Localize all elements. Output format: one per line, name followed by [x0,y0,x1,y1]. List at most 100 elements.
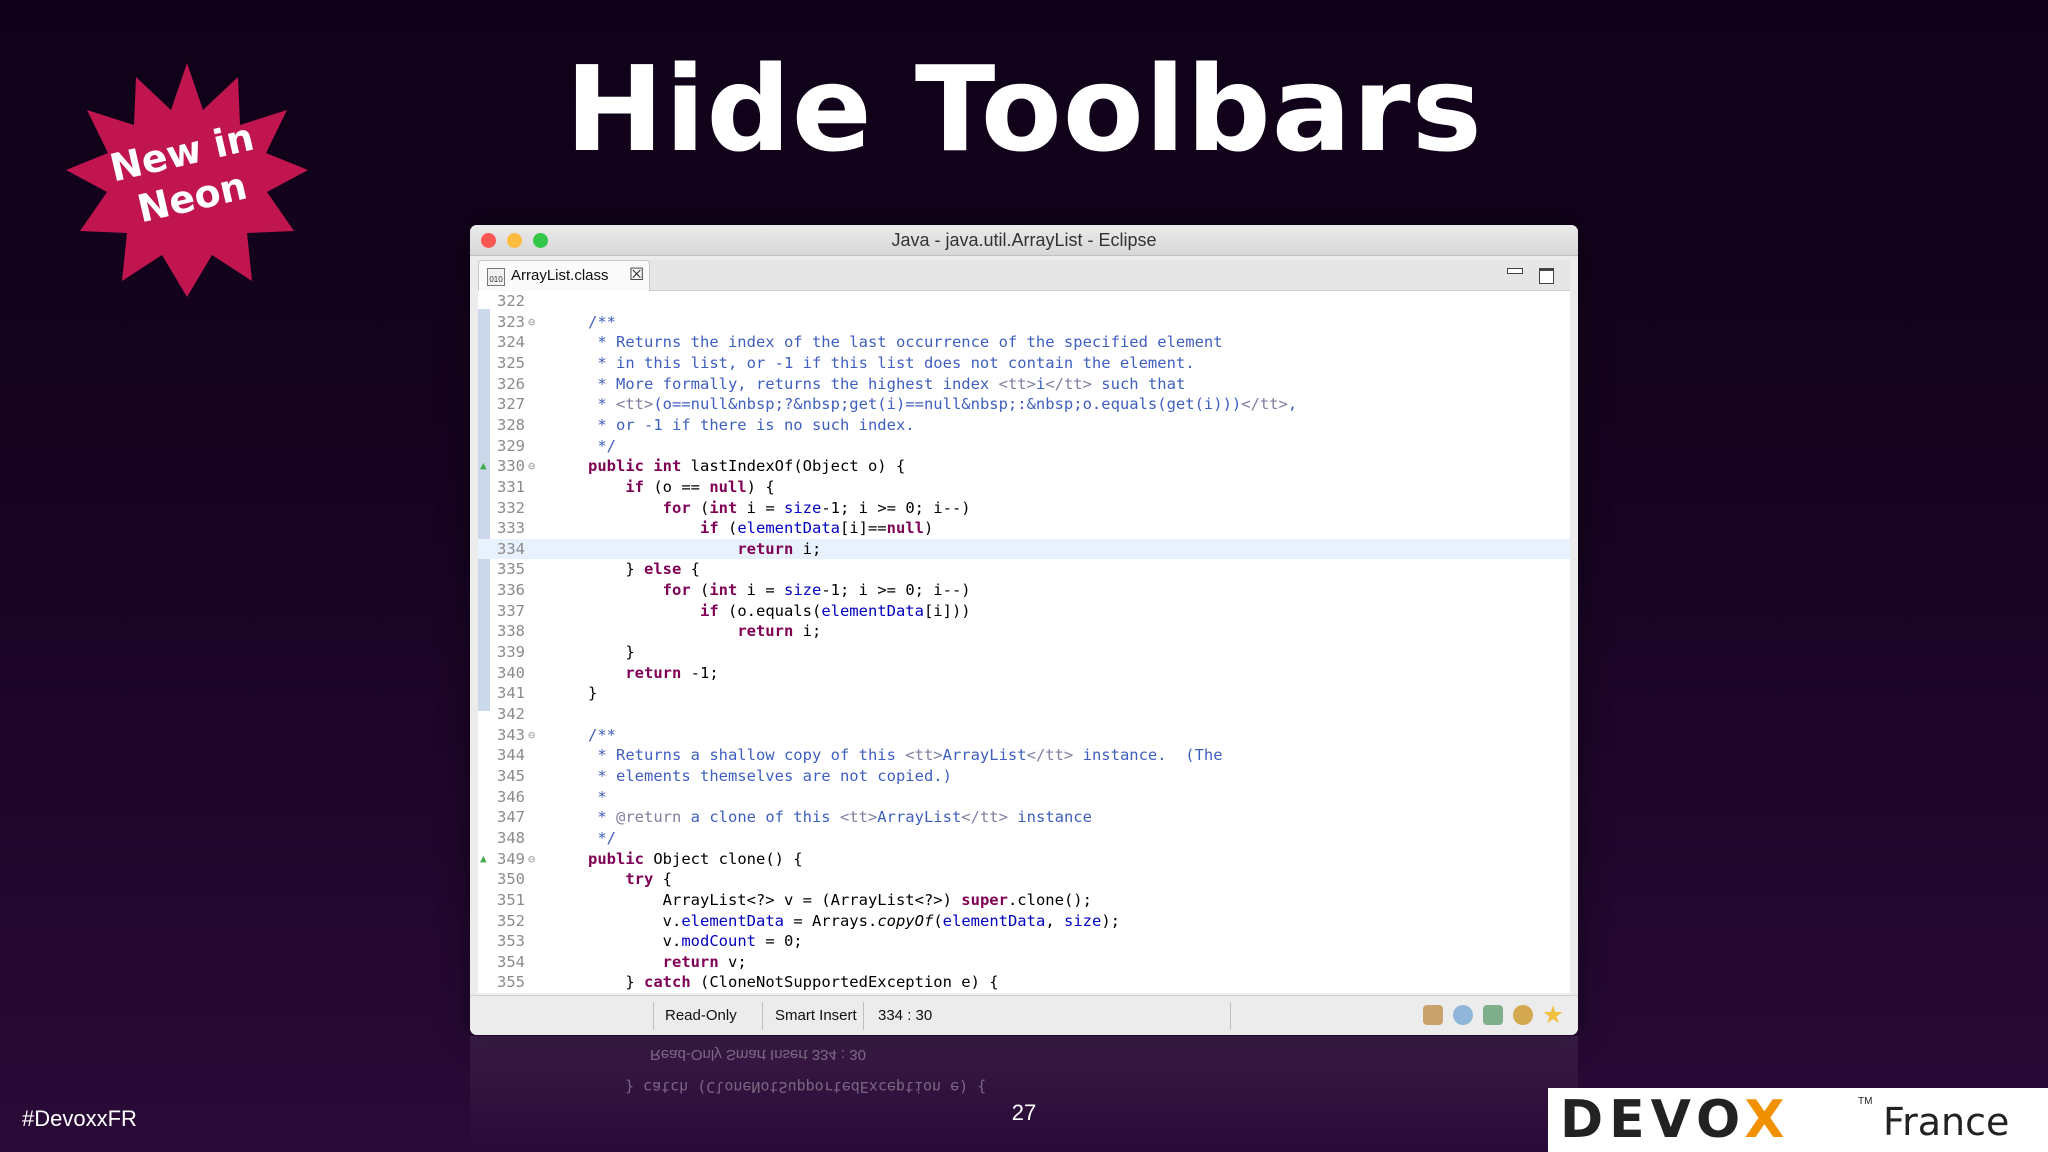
line-number: 336 [497,581,525,600]
hashtag: #DevoxxFR [22,1106,137,1131]
code-line[interactable]: 330 ⊖ ▲ public int lastIndexOf(Object o) { [478,456,1570,477]
line-number: 339 [497,643,525,662]
code-text: */ [588,436,616,455]
code-line[interactable]: 328 * or -1 if there is no such index. [478,415,1570,436]
code-line[interactable]: 345 * elements themselves are not copied… [478,766,1570,787]
line-number: 347 [497,808,525,827]
code-line[interactable]: 341} [478,683,1570,704]
fold-toggle-icon[interactable]: ⊖ [528,849,535,870]
code-text: } catch (CloneNotSupportedException e) { [588,973,999,992]
line-number: 333 [497,519,525,538]
line-number: 322 [497,292,525,310]
line-number: 337 [497,601,525,620]
fold-toggle-icon[interactable]: ⊖ [528,725,535,746]
code-line[interactable]: 324 * Returns the index of the last occu… [478,332,1570,353]
code-line[interactable]: 323 ⊖ /** [478,312,1570,333]
package-icon[interactable] [1423,1005,1443,1025]
devoxx-france-logo: DEVOX TM France [1548,1088,2048,1152]
code-line[interactable]: 350 try { [478,869,1570,890]
globe-icon[interactable] [1453,1005,1473,1025]
code-line[interactable]: 348 */ [478,828,1570,849]
star-icon[interactable] [1543,1005,1563,1024]
line-number: 352 [497,911,525,930]
line-number: 334 [497,539,525,558]
window-title: Java - java.util.ArrayList - Eclipse [891,230,1157,250]
code-line[interactable]: 326 * More formally, returns the highest… [478,374,1570,395]
code-text: v.elementData = Arrays.copyOf(elementDat… [588,911,1120,930]
line-number: 354 [497,952,525,971]
logo-text: DEVO [1560,1090,1745,1150]
status-read-only: Read-Only [665,1007,737,1024]
code-text: } [588,684,598,703]
code-text: /** [588,312,616,331]
code-line[interactable]: 351 ArrayList<?> v = (ArrayList<?>) supe… [478,890,1570,911]
reflection-code-text: } catch (CloneNotSupportedException e) { [625,1078,987,1096]
code-line[interactable]: 322 [478,291,1570,312]
code-line[interactable]: 353 v.modCount = 0; [478,931,1570,952]
code-line[interactable]: 332 for (int i = size-1; i >= 0; i--) [478,498,1570,519]
code-line[interactable]: 339 } [478,642,1570,663]
minimize-view-icon[interactable] [1507,268,1523,274]
line-number: 346 [497,787,525,806]
code-line[interactable]: 331 if (o == null) { [478,477,1570,498]
maximize-view-icon[interactable] [1539,268,1554,284]
code-line[interactable]: 337 if (o.equals(elementData[i])) [478,601,1570,622]
code-line[interactable]: 335 } else { [478,559,1570,580]
code-line[interactable]: 329 */ [478,436,1570,457]
code-line[interactable]: 347 * @return a clone of this <tt>ArrayL… [478,807,1570,828]
status-insert-mode: Smart Insert [775,1007,857,1024]
code-text: return -1; [625,663,719,682]
status-cursor-position: 334 : 30 [878,1007,933,1024]
image-icon[interactable] [1483,1005,1503,1025]
line-number: 326 [497,374,525,393]
override-marker-icon: ▲ [480,459,487,473]
code-line[interactable]: 333 if (elementData[i]==null) [478,518,1570,539]
line-number: 332 [497,498,525,517]
code-line[interactable]: 343 ⊖ /** [478,725,1570,746]
code-text: * More formally, returns the highest ind… [588,374,1186,393]
status-bar: Read-Only Smart Insert 334 : 30 [470,995,1578,1035]
code-text: public int lastIndexOf(Object o) { [588,457,906,476]
code-text: /** [588,725,616,744]
line-number: 328 [497,415,525,434]
line-number: 323 [497,312,525,331]
window-titlebar: Java - java.util.ArrayList - Eclipse [470,225,1578,256]
override-marker-icon: ▲ [480,851,487,865]
code-text: } else { [588,560,700,579]
code-line[interactable]: 355 } catch (CloneNotSupportedException … [478,972,1570,993]
fold-toggle-icon[interactable]: ⊖ [528,456,535,477]
code-text: * elements themselves are not copied.) [588,766,952,785]
code-text: * or -1 if there is no such index. [588,415,915,434]
code-line[interactable]: 344 * Returns a shallow copy of this <tt… [478,745,1570,766]
code-line[interactable]: 352 v.elementData = Arrays.copyOf(elemen… [478,911,1570,932]
code-line[interactable]: 336 for (int i = size-1; i >= 0; i--) [478,580,1570,601]
line-number: 351 [497,890,525,909]
line-number: 345 [497,766,525,785]
code-line[interactable]: 338 return i; [478,621,1570,642]
code-line[interactable]: 334 return i; [478,538,1570,560]
code-line[interactable]: 354 return v; [478,952,1570,973]
page-number: 27 [1011,1100,1037,1125]
code-line[interactable]: 342 [478,704,1570,725]
team-icon[interactable] [1513,1005,1533,1025]
code-text: if (o.equals(elementData[i])) [699,601,971,620]
code-line[interactable]: 327 * <tt>(o==null&nbsp;?&nbsp;get(i)==n… [478,394,1570,415]
reflection-status-text: Read-Only Smart Insert 334 : 30 [650,1046,866,1063]
line-number: 329 [497,436,525,455]
code-line[interactable]: 325 * in this list, or -1 if this list d… [478,353,1570,374]
code-text: */ [588,828,616,847]
code-text: for (int i = size-1; i >= 0; i--) [662,498,971,517]
code-line[interactable]: 340 return -1; [478,663,1570,684]
code-editor[interactable]: 322 323 ⊖/** 324 * Returns the index of the… [478,291,1570,993]
line-number: 338 [497,622,525,641]
close-tab-icon[interactable]: ☒ [629,265,644,285]
window-reflection: Read-Only Smart Insert 334 : 30 } catch … [470,1036,1578,1152]
new-in-neon-badge: New in Neon [62,55,312,305]
tab-arraylist-class[interactable]: 010 ArrayList.class ☒ [478,260,650,291]
code-line[interactable]: 349 ⊖ ▲ public Object clone() { [478,849,1570,870]
fold-toggle-icon[interactable]: ⊖ [528,312,535,333]
logo-subtitle: France [1883,1100,2010,1144]
code-text: } [588,643,635,662]
code-line[interactable]: 346 * [478,787,1570,808]
code-text: ArrayList<?> v = (ArrayList<?>) super.cl… [588,890,1092,909]
